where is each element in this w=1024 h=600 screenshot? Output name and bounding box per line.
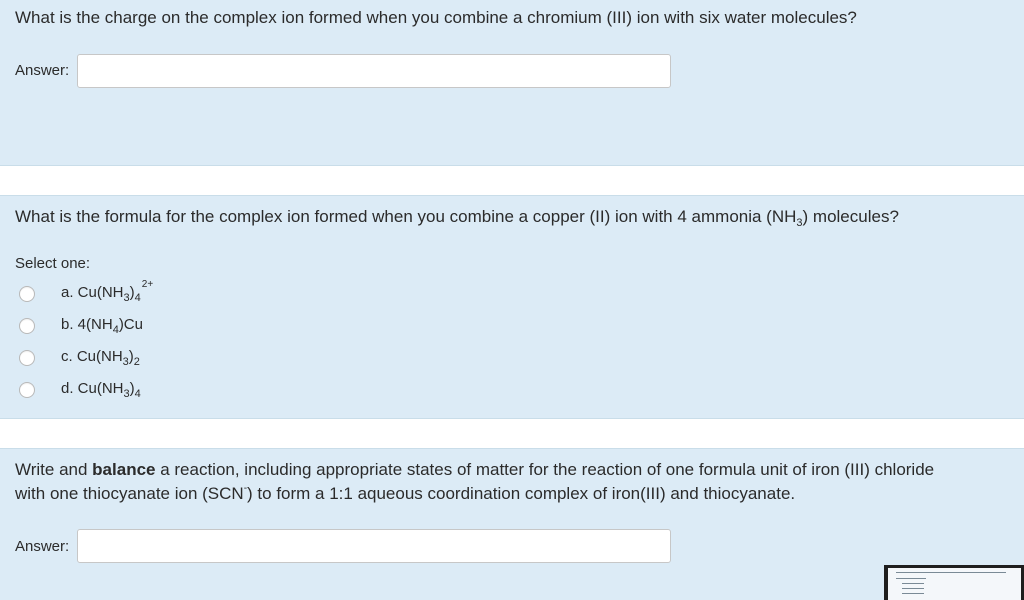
thumbnail-line xyxy=(896,572,1006,573)
select-one-label: Select one: xyxy=(15,255,91,272)
thumbnail-preview xyxy=(884,565,1024,600)
option-text: d. Cu(NH xyxy=(61,380,124,397)
thumbnail-line xyxy=(902,593,924,594)
answer-label: Answer: xyxy=(15,538,70,555)
radio-button[interactable] xyxy=(19,382,35,398)
quiz-page: What is the charge on the complex ion fo… xyxy=(0,0,1024,600)
question-3-text-part: with one thiocyanate ion (SCN xyxy=(15,484,244,503)
question-2-block: What is the formula for the complex ion … xyxy=(0,195,1024,419)
thumbnail-line xyxy=(896,578,926,579)
option-label: d. Cu(NH3)4 xyxy=(61,380,141,400)
question-3-block: Write and balance a reaction, including … xyxy=(0,448,1024,600)
answer-input-3[interactable] xyxy=(77,529,671,563)
question-3-text: Write and balance a reaction, including … xyxy=(15,458,1010,506)
question-1-text: What is the charge on the complex ion fo… xyxy=(15,8,857,27)
option-a[interactable]: a. Cu(NH3)42+ xyxy=(0,280,400,310)
option-subscript: 2 xyxy=(133,356,140,368)
option-label: a. Cu(NH3)42+ xyxy=(61,280,153,304)
option-text: a. Cu(NH xyxy=(61,284,124,301)
answer-label: Answer: xyxy=(15,62,70,79)
option-d[interactable]: d. Cu(NH3)4 xyxy=(0,376,400,406)
question-3-text-part: a reaction, including appropriate states… xyxy=(155,460,935,479)
option-subscript: 4 xyxy=(134,292,141,304)
question-2-text-part: ) molecules? xyxy=(802,207,899,226)
question-3-bold-text: balance xyxy=(92,460,156,479)
option-superscript: 2+ xyxy=(141,279,154,290)
option-c[interactable]: c. Cu(NH3)2 xyxy=(0,344,400,374)
radio-button[interactable] xyxy=(19,350,35,366)
thumbnail-line xyxy=(902,583,924,584)
thumbnail-content xyxy=(888,568,1021,600)
option-label: b. 4(NH4)Cu xyxy=(61,316,143,336)
thumbnail-line xyxy=(902,588,924,589)
question-3-text-part: ) to form a 1:1 aqueous coordination com… xyxy=(247,484,796,503)
radio-button[interactable] xyxy=(19,318,35,334)
radio-button[interactable] xyxy=(19,286,35,302)
option-b[interactable]: b. 4(NH4)Cu xyxy=(0,312,400,342)
option-text: )Cu xyxy=(118,316,143,333)
question-2-text-part: What is the formula for the complex ion … xyxy=(15,207,797,226)
option-text: c. Cu(NH xyxy=(61,348,123,365)
question-3-text-part: Write and xyxy=(15,460,93,479)
question-2-text: What is the formula for the complex ion … xyxy=(15,205,899,229)
option-subscript: 4 xyxy=(134,388,141,400)
option-label: c. Cu(NH3)2 xyxy=(61,348,140,368)
option-text: b. 4(NH xyxy=(61,316,113,333)
answer-input-1[interactable] xyxy=(77,54,671,88)
question-1-block: What is the charge on the complex ion fo… xyxy=(0,0,1024,166)
